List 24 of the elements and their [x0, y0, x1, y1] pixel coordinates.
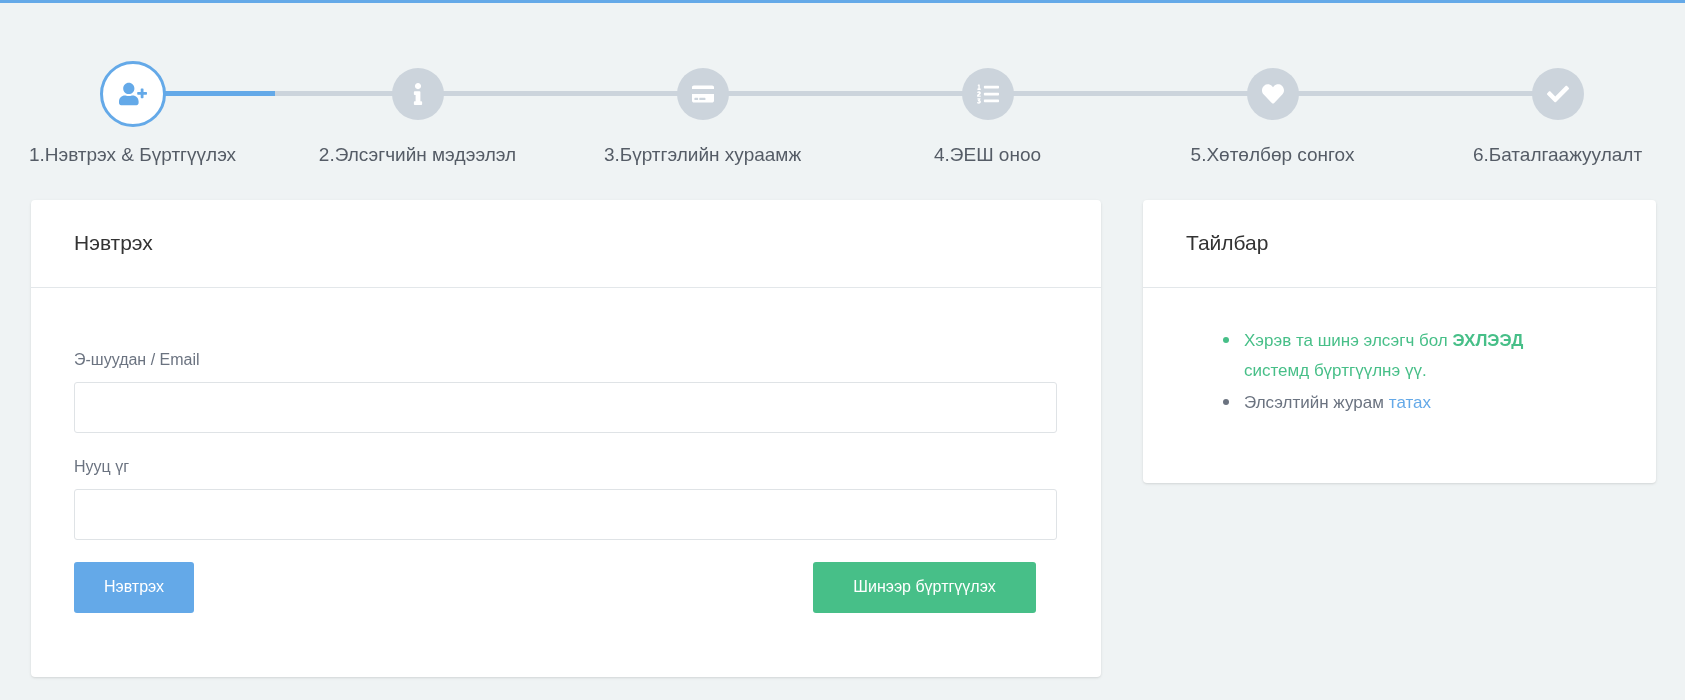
- user-plus-icon: [118, 80, 147, 108]
- credit-card-icon: [691, 83, 714, 105]
- step-label: 6.Баталгаажуулалт: [1472, 143, 1643, 167]
- card-title: Нэвтрэх: [74, 230, 153, 257]
- note-text: Хэрэв та шинэ элсэгч бол ЭХЛЭЭД системд бүртгүүлнэ үү.: [1244, 329, 1525, 382]
- step-label: 5.Хөтөлбөр сонгох: [1190, 143, 1355, 167]
- register-button[interactable]: Шинээр бүртгүүлэх: [813, 561, 1036, 613]
- field-label: Нууц үг: [74, 456, 130, 477]
- field-label: Э-шуудан / Email: [74, 349, 201, 370]
- bullet-icon: [1223, 336, 1229, 343]
- login-button[interactable]: Нэвтрэх: [74, 561, 194, 613]
- step-label: 1.Нэвтрэх & Бүртгүүлэх: [28, 143, 237, 167]
- step-label: 4.ЭЕШ оноо: [933, 143, 1042, 167]
- numbered-list-icon: [976, 83, 999, 105]
- check-icon: [1546, 83, 1569, 105]
- note-text: Элсэлтийн журам: [1244, 391, 1384, 414]
- input-field[interactable]: [74, 381, 1057, 433]
- heart-icon: [1261, 83, 1284, 105]
- step-label: 3.Бүртгэлийн хураамж: [603, 143, 802, 167]
- download-link[interactable]: татах: [1388, 387, 1432, 418]
- card-title: Тайлбар: [1186, 230, 1269, 257]
- step-label: 2.Элсэгчийн мэдээлэл: [318, 143, 517, 167]
- input-field[interactable]: [74, 488, 1057, 540]
- bullet-icon: [1223, 398, 1229, 405]
